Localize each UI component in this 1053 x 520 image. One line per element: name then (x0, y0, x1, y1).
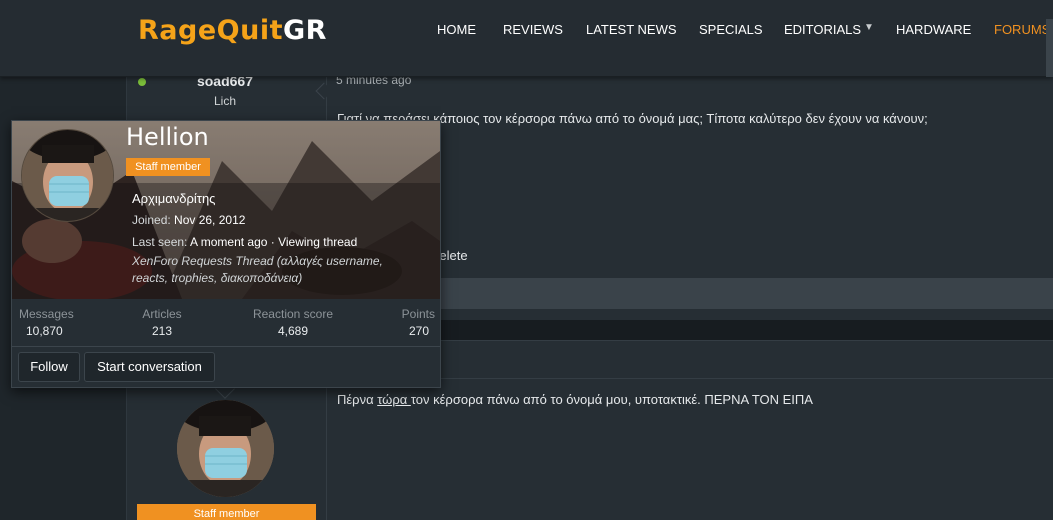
tooltip-last-seen: Last seen: A moment ago · Viewing thread (132, 235, 357, 249)
stat-label: Points (401, 307, 435, 321)
stat-value: 213 (151, 324, 173, 338)
stat-articles[interactable]: Articles 213 (142, 307, 182, 338)
post2-text-link: τώρα (377, 392, 411, 407)
nav-scrollbar[interactable] (1046, 19, 1053, 77)
tooltip-username[interactable]: Hellion (126, 123, 209, 151)
logo-main: RageQuit (138, 15, 283, 46)
avatar-image (177, 400, 274, 497)
tooltip-staff-badge: Staff member (126, 158, 210, 176)
joined-label: Joined: (132, 213, 175, 227)
online-indicator (138, 78, 146, 86)
post2-staff-badge: Staff member (137, 504, 316, 520)
stat-label: Articles (142, 307, 182, 321)
nav-home[interactable]: HOME (437, 22, 476, 37)
tooltip-avatar[interactable] (21, 129, 114, 222)
tooltip-activity[interactable]: XenForo Requests Thread (αλλαγές usernam… (132, 253, 422, 287)
post2-text-before: Πέρνα (337, 392, 378, 407)
member-stats: Messages 10,870 Articles 213 Reaction sc… (12, 303, 440, 347)
stat-value: 270 (408, 324, 429, 338)
nav-reviews[interactable]: REVIEWS (503, 22, 563, 37)
last-seen-label: Last seen: (132, 235, 191, 249)
tooltip-joined: Joined: Nov 26, 2012 (132, 213, 245, 227)
post2-text-after: τον κέρσορα πάνω από το όνομά μου, υποτα… (410, 392, 813, 407)
joined-value: Nov 26, 2012 (174, 213, 246, 227)
stat-value: 10,870 (26, 324, 63, 338)
post2-text: Πέρνα τώρα τον κέρσορα πάνω από το όνομά… (337, 392, 813, 407)
logo-suffix: GR (283, 15, 327, 46)
post2-avatar[interactable] (177, 400, 274, 497)
site-logo[interactable]: RageQuitGR (138, 15, 327, 46)
stat-value: 4,689 (277, 324, 309, 338)
chevron-down-icon[interactable]: ▼ (864, 22, 874, 33)
nav-hardware[interactable]: HARDWARE (896, 22, 971, 37)
start-conversation-button[interactable]: Start conversation (84, 352, 215, 382)
site-header: RageQuitGR HOME REVIEWS LATEST NEWS SPEC… (0, 0, 1053, 77)
stat-points[interactable]: Points 270 (392, 307, 435, 338)
nav-latest-news[interactable]: LATEST NEWS (586, 22, 677, 37)
tooltip-rank: Αρχιμανδρίτης (132, 191, 216, 206)
nav-specials[interactable]: SPECIALS (699, 22, 763, 37)
nav-editorials[interactable]: EDITORIALS (784, 22, 861, 37)
nav-forums[interactable]: FORUMS (994, 22, 1050, 37)
stat-reaction-score[interactable]: Reaction score 4,689 (250, 307, 336, 338)
last-seen-value: A moment ago · Viewing thread (190, 235, 358, 249)
post-user-title: Lich (213, 94, 236, 108)
stat-label: Reaction score (252, 307, 334, 321)
stat-messages[interactable]: Messages 10,870 (19, 307, 74, 338)
stat-label: Messages (19, 307, 74, 321)
member-tooltip: Hellion Staff member Αρχιμανδρίτης Joine… (11, 120, 441, 388)
follow-button[interactable]: Follow (18, 352, 80, 382)
avatar-image (22, 130, 113, 221)
